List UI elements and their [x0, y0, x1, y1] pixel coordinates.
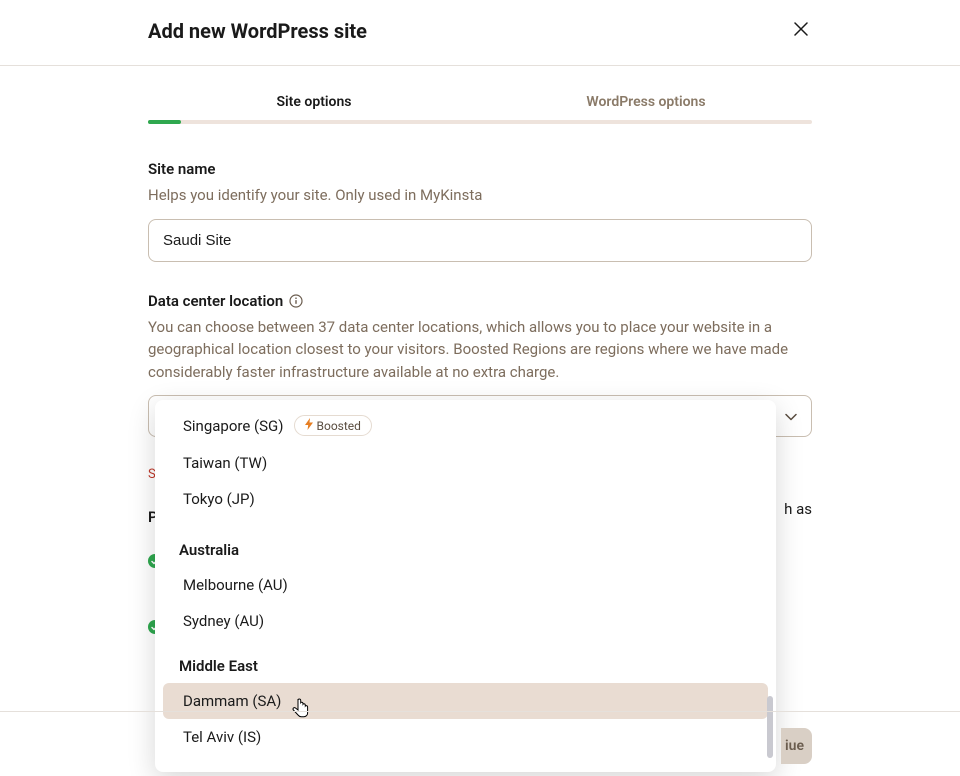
progress-track	[148, 120, 812, 124]
dropdown-option-taiwan[interactable]: Taiwan (TW)	[155, 445, 776, 481]
data-center-help: You can choose between 37 data center lo…	[148, 316, 812, 384]
dialog-title: Add new WordPress site	[148, 19, 367, 43]
close-icon	[794, 22, 808, 39]
bolt-icon	[305, 418, 313, 433]
dropdown-option-sydney[interactable]: Sydney (AU)	[155, 603, 776, 639]
info-icon[interactable]	[289, 294, 303, 308]
data-center-label: Data center location	[148, 292, 283, 310]
chevron-down-icon	[785, 407, 797, 425]
dropdown-option-label: Tokyo (JP)	[183, 490, 255, 508]
site-name-label: Site name	[148, 160, 812, 178]
dropdown-option-label: Singapore (SG)	[183, 417, 284, 435]
dropdown-option-label: Melbourne (AU)	[183, 576, 288, 594]
dropdown-option-dammam[interactable]: Dammam (SA)	[163, 683, 768, 719]
dropdown-option-melbourne[interactable]: Melbourne (AU)	[155, 567, 776, 603]
progress-fill	[148, 120, 181, 124]
site-name-input[interactable]	[148, 219, 812, 262]
boosted-badge: Boosted	[294, 415, 372, 436]
footer-divider	[0, 711, 960, 712]
tab-wordpress-options[interactable]: WordPress options	[480, 94, 812, 112]
dropdown-option-label: Dammam (SA)	[183, 692, 281, 710]
obscured-text-has: h as	[784, 500, 812, 518]
dropdown-scrollbar[interactable]	[767, 696, 773, 758]
continue-button-fragment[interactable]: iue	[781, 728, 812, 764]
data-center-dropdown: Singapore (SG) Boosted Taiwan (TW) Tokyo…	[155, 400, 776, 772]
close-button[interactable]	[790, 18, 812, 43]
dropdown-option-label: Sydney (AU)	[183, 612, 264, 630]
tab-site-options[interactable]: Site options	[148, 94, 480, 112]
dropdown-option-label: Taiwan (TW)	[183, 454, 267, 472]
dropdown-option-singapore[interactable]: Singapore (SG) Boosted	[155, 406, 776, 445]
dropdown-group-australia: Australia	[155, 517, 776, 567]
site-name-help: Helps you identify your site. Only used …	[148, 184, 812, 207]
dropdown-option-label: Tel Aviv (IS)	[183, 728, 261, 746]
dropdown-group-middle-east: Middle East	[155, 639, 776, 683]
dropdown-option-tokyo[interactable]: Tokyo (JP)	[155, 481, 776, 517]
dropdown-option-tel-aviv[interactable]: Tel Aviv (IS)	[155, 719, 776, 755]
